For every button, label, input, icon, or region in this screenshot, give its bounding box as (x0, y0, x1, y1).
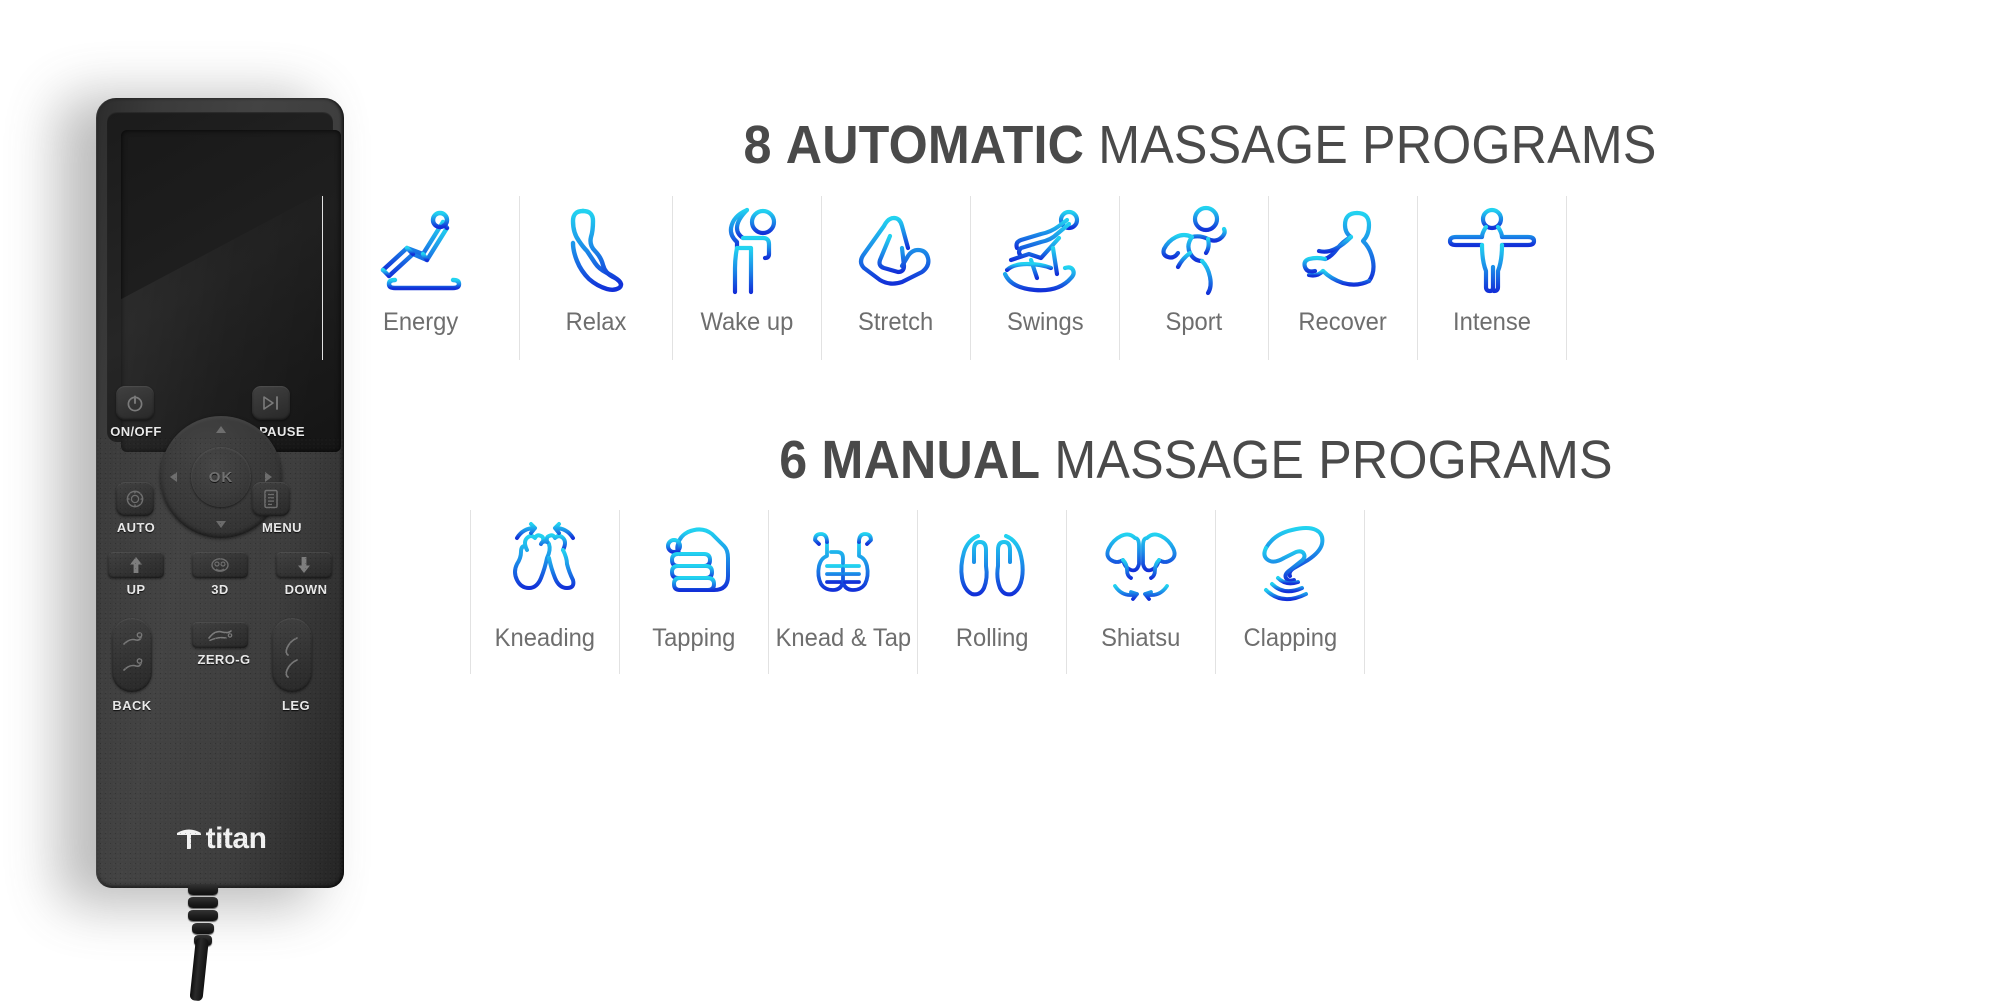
program-cell-recover[interactable]: Recover (1269, 196, 1418, 360)
program-cell-swings[interactable]: Swings (971, 196, 1120, 360)
automatic-section-title: 8 AUTOMATIC MASSAGE PROGRAMS (456, 118, 1944, 172)
program-cell-sport[interactable]: Sport (1120, 196, 1269, 360)
program-cell-shiatsu[interactable]: Shiatsu (1067, 510, 1216, 674)
cable-rib (188, 910, 218, 921)
auto-icon (126, 490, 144, 508)
three-d-icon (211, 558, 229, 572)
zero-g-label: ZERO-G (197, 652, 251, 667)
manual-programs-row: Kneading Tapping Knead & Tap Rolling Shi… (470, 510, 1365, 674)
person-stretch-arm-icon (707, 196, 787, 304)
remote-screen (121, 130, 341, 452)
leg-icon (285, 637, 298, 678)
up-button[interactable] (108, 552, 164, 578)
two-fingers-press-icon (1093, 510, 1189, 618)
program-cell-clapping[interactable]: Clapping (1216, 510, 1365, 674)
program-label: Clapping (1243, 624, 1337, 652)
back-icon (123, 632, 143, 671)
manual-section-title: 6 MANUAL MASSAGE PROGRAMS (456, 433, 1937, 487)
play-pause-icon (263, 396, 278, 410)
screen-glare (121, 192, 341, 452)
cable-rib (188, 897, 218, 908)
program-label: Stretch (858, 308, 934, 336)
program-label: Knead & Tap (775, 624, 911, 652)
program-label: Rolling (955, 624, 1029, 652)
back-button[interactable] (112, 618, 152, 692)
zero-g-icon (208, 630, 233, 642)
runner-icon (1152, 196, 1236, 304)
program-cell-wake-up[interactable]: Wake up (673, 196, 822, 360)
stretch-fold-icon (850, 196, 942, 304)
program-label: Intense (1453, 308, 1531, 336)
on-off-label: ON/OFF (110, 424, 162, 439)
up-label: UP (126, 582, 146, 597)
two-hands-spine-icon (946, 510, 1038, 618)
automatic-programs-row: Energy Relax Wake up Stretch Swings Spor… (322, 196, 1567, 360)
manual-count: 6 (779, 430, 808, 490)
titan-wordmark: titan (205, 822, 267, 855)
manual-rest: MASSAGE PROGRAMS (1054, 430, 1613, 490)
back-label: BACK (112, 698, 152, 713)
program-cell-kneading[interactable]: Kneading (470, 510, 620, 674)
menu-icon (264, 489, 278, 509)
program-cell-intense[interactable]: Intense (1418, 196, 1567, 360)
leg-button[interactable] (272, 618, 312, 692)
remote-control: ON/OFF PAUSE OK AUTO MENU UP 3D DOWN BAC… (0, 0, 400, 1001)
arrow-down-icon (298, 557, 310, 573)
manual-emphasis: MANUAL (821, 430, 1041, 490)
person-arms-out-icon (1446, 196, 1538, 304)
cable-rib (188, 884, 218, 895)
dpad-down-icon[interactable] (216, 521, 226, 528)
power-icon (127, 395, 143, 412)
two-thumbs-rotate-icon (797, 510, 889, 618)
dpad-up-icon[interactable] (216, 426, 226, 433)
program-label: Energy (383, 308, 459, 336)
remote-body: ON/OFF PAUSE OK AUTO MENU UP 3D DOWN BAC… (96, 98, 344, 888)
down-label: DOWN (284, 582, 328, 597)
auto-button[interactable] (116, 482, 154, 516)
person-reclined-icon (1295, 196, 1391, 304)
program-label: Swings (1006, 308, 1084, 336)
program-label: Relax (565, 308, 627, 336)
cable-strain-relief (188, 884, 218, 946)
dpad-right-icon[interactable] (265, 472, 272, 482)
auto-label: AUTO (116, 520, 156, 535)
dpad-left-icon[interactable] (170, 472, 177, 482)
pause-button[interactable] (252, 386, 290, 420)
chair-recline-icon (373, 196, 469, 304)
program-label: Wake up (700, 308, 794, 336)
three-d-label: 3D (211, 582, 229, 597)
ok-button[interactable]: OK (191, 447, 251, 507)
automatic-count: 8 (743, 115, 772, 175)
automatic-emphasis: AUTOMATIC (785, 115, 1085, 175)
arrow-up-icon (130, 557, 142, 573)
program-cell-stretch[interactable]: Stretch (822, 196, 971, 360)
program-label: Shiatsu (1101, 624, 1181, 652)
menu-label: MENU (262, 520, 302, 535)
rocking-chair-icon (997, 196, 1093, 304)
program-cell-rolling[interactable]: Rolling (918, 510, 1067, 674)
menu-button[interactable] (252, 482, 290, 516)
program-cell-tapping[interactable]: Tapping (620, 510, 769, 674)
titan-mark-icon (176, 829, 201, 849)
down-button[interactable] (276, 552, 332, 578)
program-label: Recover (1298, 308, 1388, 336)
automatic-rest: MASSAGE PROGRAMS (1098, 115, 1657, 175)
cable-rib (192, 923, 214, 934)
fist-icon (650, 510, 738, 618)
leg-label: LEG (282, 698, 310, 713)
hand-waves-icon (1244, 510, 1336, 618)
body-relax-icon (557, 196, 635, 304)
on-off-button[interactable] (116, 386, 154, 420)
program-cell-relax[interactable]: Relax (520, 196, 673, 360)
zero-g-button[interactable] (192, 622, 248, 648)
program-label: Sport (1165, 308, 1223, 336)
program-cell-knead-tap[interactable]: Knead & Tap (769, 510, 918, 674)
program-cell-energy[interactable]: Energy (322, 196, 520, 360)
titan-logo: titan (96, 824, 344, 854)
three-d-button[interactable] (192, 552, 248, 578)
program-label: Kneading (494, 624, 596, 652)
remote-cable (189, 937, 209, 1001)
two-hands-rotate-icon (497, 510, 593, 618)
program-label: Tapping (652, 624, 736, 652)
